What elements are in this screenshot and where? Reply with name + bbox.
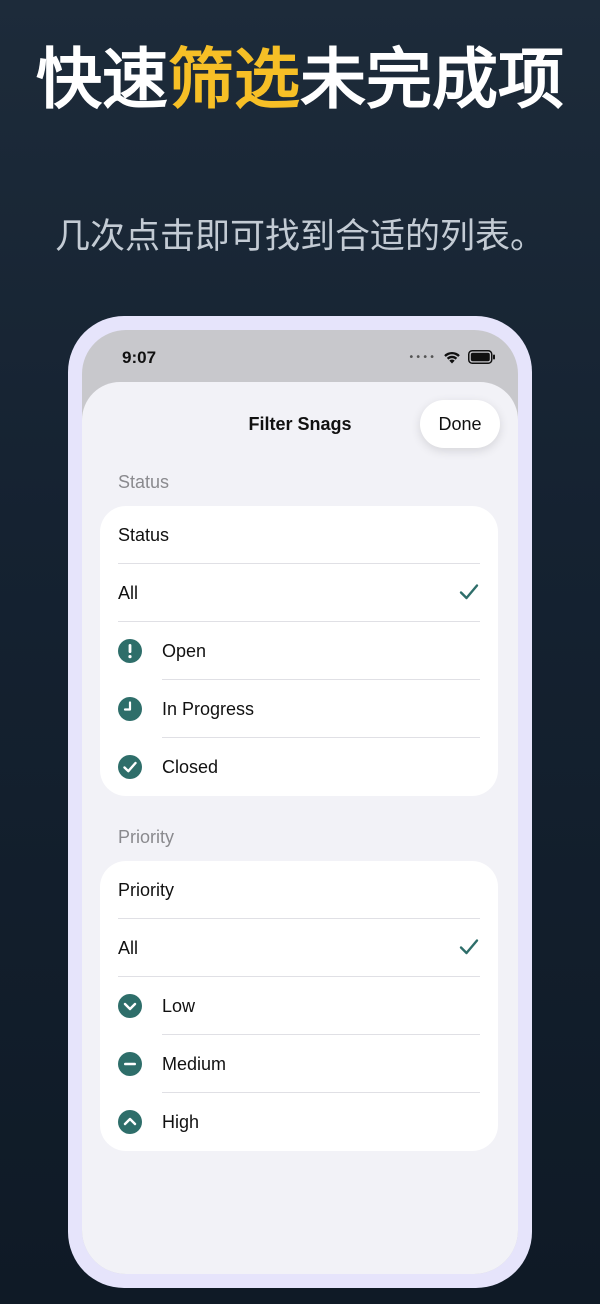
status-option-open[interactable]: Open: [100, 622, 498, 680]
status-bar-time: 9:07: [122, 348, 157, 367]
status-picker-row[interactable]: Status: [100, 506, 498, 564]
priority-option-medium[interactable]: Medium: [100, 1035, 498, 1093]
option-label: Open: [162, 640, 207, 661]
battery-icon: [468, 350, 495, 364]
checkmark-circle-icon: [118, 755, 142, 779]
priority-card: Priority All Low Medium High: [100, 861, 498, 1151]
status-option-all[interactable]: All: [100, 564, 498, 622]
priority-section-header: Priority: [118, 827, 175, 847]
checkmark-icon: [459, 939, 479, 955]
priority-option-low[interactable]: Low: [100, 977, 498, 1035]
option-label: All: [118, 937, 139, 958]
phone-frame: 9:07 •••• Filter Snags Done Status Statu…: [68, 316, 532, 1288]
signal-dots-icon: ••••: [408, 351, 436, 363]
checkmark-icon: [459, 584, 479, 600]
minus-circle-icon: [118, 1052, 142, 1076]
option-label: Low: [162, 995, 196, 1016]
chevron-up-circle-icon: [118, 1110, 142, 1134]
promo-headline: 快速筛选未完成项: [0, 38, 600, 122]
priority-option-all[interactable]: All: [100, 919, 498, 977]
headline-part-2: 未完成项: [300, 41, 564, 118]
done-button[interactable]: Done: [420, 400, 500, 448]
status-bar-icons: ••••: [408, 346, 496, 368]
headline-highlight: 筛选: [168, 41, 300, 118]
status-card: Status All Open In Progress Closed: [100, 506, 498, 796]
filter-sheet: Filter Snags Done Status Status All Open…: [82, 382, 518, 1274]
chevron-down-circle-icon: [118, 994, 142, 1018]
wifi-icon: [444, 351, 460, 364]
option-label: High: [162, 1111, 200, 1132]
option-label: Medium: [162, 1053, 227, 1074]
status-option-closed[interactable]: Closed: [100, 738, 498, 796]
phone-screen: 9:07 •••• Filter Snags Done Status Statu…: [82, 330, 518, 1274]
option-label: All: [118, 582, 139, 603]
priority-option-high[interactable]: High: [100, 1093, 498, 1151]
option-label: In Progress: [162, 698, 255, 719]
status-section-header: Status: [118, 472, 170, 492]
exclamation-circle-icon: [118, 639, 142, 663]
status-option-in-progress[interactable]: In Progress: [100, 680, 498, 738]
headline-part-1: 快速: [36, 41, 168, 118]
priority-picker-row[interactable]: Priority: [100, 861, 498, 919]
status-picker-label: Status: [118, 524, 170, 545]
clock-circle-icon: [118, 697, 142, 721]
priority-picker-label: Priority: [118, 879, 175, 900]
option-label: Closed: [162, 756, 219, 777]
promo-subtitle: 几次点击即可找到合适的列表。: [54, 217, 545, 257]
